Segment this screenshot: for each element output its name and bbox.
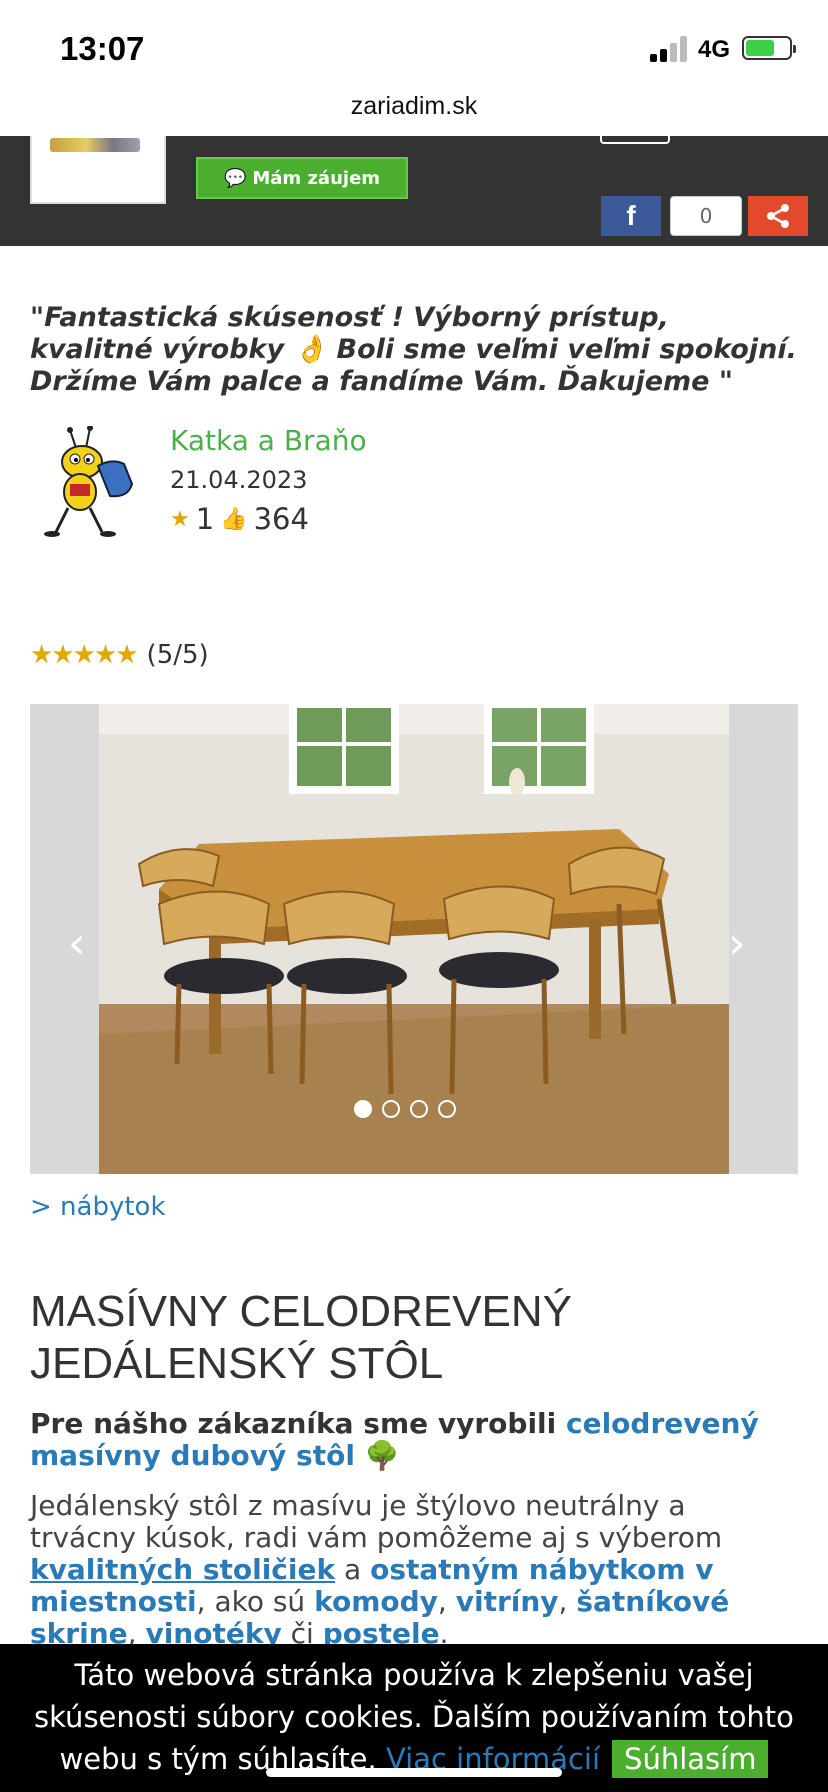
carousel-prev-icon[interactable]: ‹ [68, 918, 86, 969]
paragraph-text: Jedálenský stôl z masívu je štýlovo neut… [30, 1489, 723, 1554]
paragraph-text: , [437, 1585, 456, 1618]
facebook-share-button[interactable]: f [601, 196, 661, 236]
article-paragraph: Jedálenský stôl z masívu je štýlovo neut… [30, 1490, 780, 1650]
paragraph-text: , ako sú [196, 1585, 315, 1618]
carousel-next-icon[interactable]: › [728, 918, 746, 969]
paragraph-text: a [335, 1553, 371, 1586]
carousel-dot[interactable] [438, 1100, 456, 1118]
article-subheading: Pre nášho zákazníka sme vyrobili celodre… [30, 1408, 770, 1472]
likes-count: 364 [253, 502, 309, 536]
chat-icon: 💬 [223, 167, 247, 189]
reviewer-avatar [38, 425, 142, 538]
tree-icon: 🌳 [354, 1439, 400, 1472]
share-button[interactable] [748, 196, 808, 236]
review-stats: ★ 1 👍 364 [170, 502, 309, 536]
paragraph-text: , [558, 1585, 577, 1618]
carousel-dot[interactable] [354, 1100, 372, 1118]
rating-stars: ★★★★★ [30, 640, 139, 670]
network-type: 4G [698, 36, 731, 63]
interest-button-label: Mám záujem [252, 167, 381, 189]
carousel-dot[interactable] [382, 1100, 400, 1118]
thumbs-up-icon: 👍 [220, 506, 248, 532]
header-button-partial[interactable] [600, 136, 670, 144]
share-icon [767, 204, 789, 228]
interest-button[interactable]: 💬 Mám záujem [196, 157, 408, 199]
browser-url[interactable]: zariadim.sk [0, 92, 828, 121]
signal-icon [650, 36, 692, 62]
link-cabinets[interactable]: vitríny [456, 1585, 559, 1618]
reviewer-name[interactable]: Katka a Braňo [170, 424, 367, 457]
star-icon: ★ [170, 506, 190, 532]
page-title: MASÍVNY CELODREVENÝ JEDÁLENSKÝ STÔL [30, 1287, 573, 1388]
home-indicator[interactable] [266, 1768, 562, 1777]
battery-icon [742, 36, 796, 60]
site-logo[interactable] [30, 136, 166, 204]
carousel-dot[interactable] [410, 1100, 428, 1118]
cookie-accept-button[interactable]: Súhlasím [612, 1740, 769, 1778]
link-chairs[interactable]: kvalitných stoličiek [30, 1553, 335, 1586]
link-dressers[interactable]: komody [314, 1585, 438, 1618]
stars-count: 1 [195, 502, 215, 536]
status-time: 13:07 [60, 30, 145, 67]
testimonial-quote: "Fantastická skúsenosť ! Výborný prístup… [30, 302, 797, 397]
breadcrumb[interactable]: > nábytok [30, 1192, 166, 1222]
review-date: 21.04.2023 [170, 466, 308, 494]
product-rating: ★★★★★ (5/5) [30, 640, 209, 670]
facebook-icon: f [626, 200, 636, 231]
carousel-dots [354, 1100, 456, 1118]
share-count: 0 [670, 196, 742, 236]
rating-text: (5/5) [146, 640, 209, 670]
subheading-text: Pre nášho zákazníka sme vyrobili [30, 1407, 566, 1440]
